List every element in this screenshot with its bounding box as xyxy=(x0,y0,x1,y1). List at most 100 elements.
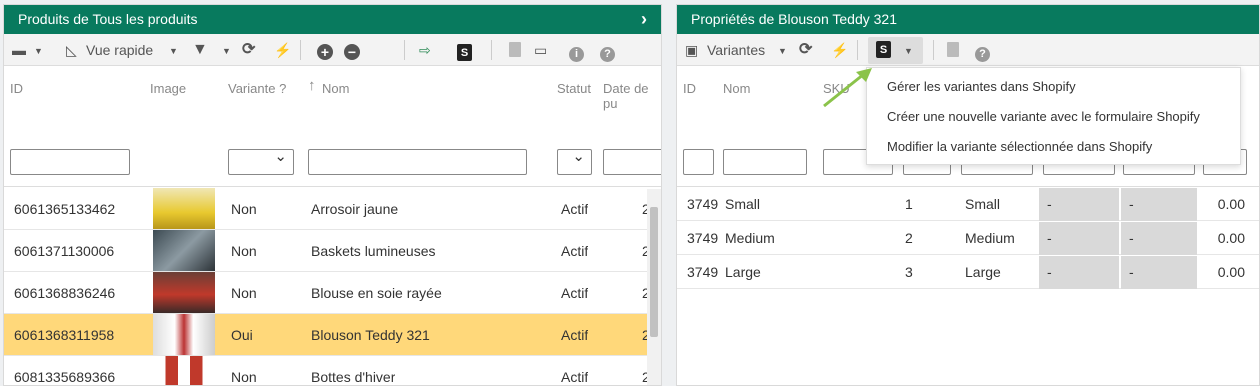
csv-icon[interactable] xyxy=(947,42,959,62)
sort-ascending-icon[interactable]: ↑ xyxy=(308,77,316,94)
scrollbar-thumb[interactable] xyxy=(650,207,658,337)
shopify-bag-icon[interactable]: S xyxy=(457,41,472,61)
variant-filter-select[interactable] xyxy=(228,147,294,175)
product-thumbnail xyxy=(153,230,215,271)
help-icon[interactable]: ? xyxy=(975,42,990,62)
annotation-arrow-icon xyxy=(823,68,872,108)
table-row-selected[interactable]: 6061368311958 Oui Blouson Teddy 321 Acti… xyxy=(4,314,650,356)
row-variant: Oui xyxy=(231,327,253,343)
status-filter-select[interactable] xyxy=(557,147,592,175)
refresh-icon[interactable]: ⟳ xyxy=(799,40,812,60)
remove-icon[interactable]: − xyxy=(344,42,360,62)
name-filter-input[interactable] xyxy=(723,149,807,175)
variants-view-button[interactable]: Variantes xyxy=(707,40,765,60)
row-status: Actif xyxy=(561,369,589,385)
variant-cell: - xyxy=(1121,256,1197,289)
variant-position: 2 xyxy=(905,230,913,246)
toolbar-divider xyxy=(404,40,405,60)
variant-cell: - xyxy=(1039,222,1119,255)
column-header-name[interactable]: Nom xyxy=(322,81,349,96)
chevron-right-icon[interactable]: › xyxy=(641,5,647,34)
variant-id: 3749 xyxy=(687,230,719,246)
products-toolbar: ▬ ▼ ◺ Vue rapide ▼ ▼ ▼ ⟳ ⚡ + − ⇨ S ▭ i ? xyxy=(4,34,661,66)
name-filter-input[interactable] xyxy=(308,149,527,175)
variants-dropdown-icon[interactable]: ▼ xyxy=(778,41,787,61)
info-icon[interactable]: i xyxy=(569,42,584,62)
shopify-bag-icon: S xyxy=(876,41,891,58)
shopify-menu-button[interactable]: S ▼ xyxy=(868,37,923,64)
row-variant: Non xyxy=(231,201,257,217)
product-thumbnail xyxy=(153,272,215,313)
column-header-name[interactable]: Nom xyxy=(723,81,750,96)
layout-dropdown-icon[interactable]: ▼ xyxy=(34,41,43,61)
variant-position: 3 xyxy=(905,264,913,280)
lightning-icon[interactable]: ⚡ xyxy=(831,40,848,60)
filter-dropdown-icon[interactable]: ▼ xyxy=(222,41,231,61)
help-icon[interactable]: ? xyxy=(600,42,615,62)
table-row[interactable]: 6081335689366 Non Bottes d'hiver Actif 2 xyxy=(4,356,650,385)
toolbar-divider xyxy=(857,40,858,60)
image-icon[interactable]: ▣ xyxy=(685,40,698,60)
table-row[interactable]: 6061368836246 Non Blouse en soie rayée A… xyxy=(4,272,650,314)
id-filter-input[interactable] xyxy=(683,149,714,175)
layout-icon[interactable]: ▬ xyxy=(12,40,26,60)
column-header-variant[interactable]: Variante ? xyxy=(228,81,286,96)
export-icon[interactable]: ⇨ xyxy=(419,40,431,60)
variant-position: 1 xyxy=(905,196,913,212)
shopify-dropdown-menu: Gérer les variantes dans Shopify Créer u… xyxy=(866,67,1241,165)
shopify-dropdown-icon[interactable]: ▼ xyxy=(904,46,913,56)
row-name: Blouson Teddy 321 xyxy=(311,327,430,343)
variant-name: Medium xyxy=(725,230,775,246)
menu-item-manage-variants[interactable]: Gérer les variantes dans Shopify xyxy=(887,79,1076,94)
variant-cell: - xyxy=(1039,188,1119,221)
print-icon[interactable]: ▭ xyxy=(534,40,547,60)
column-header-id[interactable]: ID xyxy=(10,81,23,96)
filter-icon[interactable]: ▼ xyxy=(192,40,208,60)
variant-cell: - xyxy=(1121,222,1197,255)
products-titlebar: Produits de Tous les produits › xyxy=(4,5,661,34)
add-icon[interactable]: + xyxy=(317,42,333,62)
menu-item-edit-variant[interactable]: Modifier la variante sélectionnée dans S… xyxy=(887,139,1152,154)
row-id: 6081335689366 xyxy=(14,369,116,385)
row-variant: Non xyxy=(231,243,257,259)
lightning-icon[interactable]: ⚡ xyxy=(274,40,291,60)
table-row[interactable]: 6061371130006 Non Baskets lumineuses Act… xyxy=(4,230,650,272)
properties-toolbar: ▣ Variantes ▼ ⟳ ⚡ S ▼ ? xyxy=(677,34,1259,66)
variant-row[interactable]: 3749 Small 1 Small - - 0.00 xyxy=(677,188,1259,221)
row-variant: Non xyxy=(231,369,257,385)
row-id: 6061368836246 xyxy=(14,285,116,301)
date-filter-input[interactable] xyxy=(603,149,661,175)
vertical-scrollbar[interactable] xyxy=(647,189,661,385)
variant-cell: - xyxy=(1039,256,1119,289)
column-header-id[interactable]: ID xyxy=(683,81,696,96)
csv-icon[interactable] xyxy=(509,42,521,62)
row-variant: Non xyxy=(231,285,257,301)
quick-view-icon[interactable]: ◺ xyxy=(66,40,77,60)
row-status: Actif xyxy=(561,243,589,259)
row-name: Arrosoir jaune xyxy=(311,201,399,217)
column-header-date[interactable]: Date de pu xyxy=(603,81,661,111)
table-row[interactable]: 6061365133462 Non Arrosoir jaune Actif 2 xyxy=(4,188,650,230)
toolbar-divider xyxy=(933,40,934,60)
variant-price: 0.00 xyxy=(1217,230,1245,246)
variant-name: Large xyxy=(725,264,761,280)
variant-row[interactable]: 3749 Medium 2 Medium - - 0.00 xyxy=(677,222,1259,255)
variant-price: 0.00 xyxy=(1217,196,1245,212)
toolbar-divider xyxy=(300,40,301,60)
product-thumbnail xyxy=(153,314,215,355)
properties-title: Propriétés de Blouson Teddy 321 xyxy=(691,11,897,27)
column-header-status[interactable]: Statut xyxy=(557,81,591,96)
row-id: 6061368311958 xyxy=(14,327,115,343)
variant-row[interactable]: 3749 Large 3 Large - - 0.00 xyxy=(677,256,1259,289)
product-thumbnail xyxy=(153,188,215,229)
refresh-icon[interactable]: ⟳ xyxy=(242,40,255,60)
row-id: 6061371130006 xyxy=(14,243,115,259)
id-filter-input[interactable] xyxy=(10,149,130,175)
row-status: Actif xyxy=(561,201,589,217)
row-status: Actif xyxy=(561,327,589,343)
menu-item-create-variant[interactable]: Créer une nouvelle variante avec le form… xyxy=(887,109,1200,124)
quick-view-dropdown-icon[interactable]: ▼ xyxy=(169,41,178,61)
quick-view-button[interactable]: Vue rapide xyxy=(86,40,153,60)
row-id: 6061365133462 xyxy=(14,201,116,217)
column-header-image[interactable]: Image xyxy=(150,81,186,96)
